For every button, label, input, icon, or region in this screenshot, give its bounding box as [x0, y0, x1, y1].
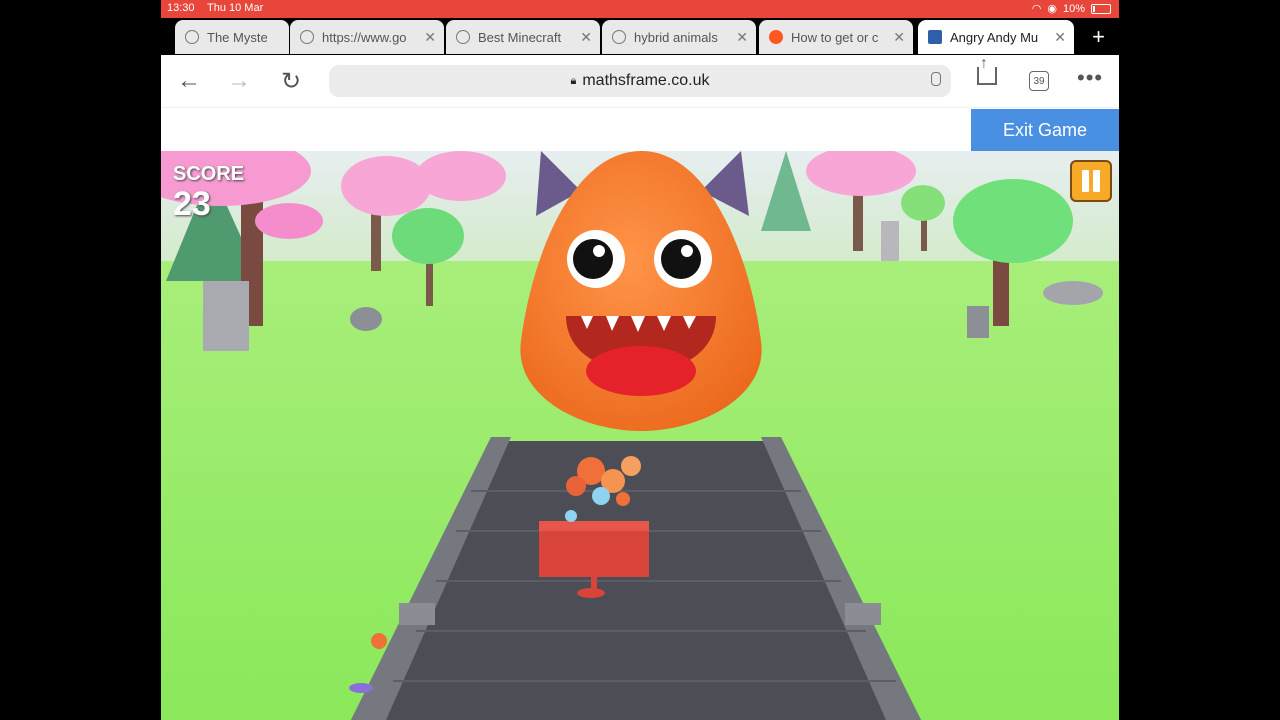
back-arrow-icon[interactable]: ← — [177, 67, 201, 95]
battery-percent: 10% — [1062, 2, 1085, 15]
more-options-icon[interactable]: ••• — [1077, 65, 1103, 91]
status-bar: 13:30 Thu 10 Mar ◠ ◉ 10% — [161, 0, 1119, 18]
url-text: mathsframe.co.uk — [582, 72, 710, 89]
status-time: 13:30 — [167, 2, 195, 14]
tab-https[interactable]: https://www.go ✕ — [290, 20, 444, 54]
status-date: Thu 10 Mar — [207, 2, 264, 14]
browser-toolbar: ← → ↻ 🔒︎ mathsframe.co.uk 39 ••• — [161, 55, 1119, 107]
ipad-screen: 13:30 Thu 10 Mar ◠ ◉ 10% The Myste https… — [161, 0, 1119, 720]
candy-purple — [349, 683, 373, 693]
tab-angry-andy[interactable]: Angry Andy Mu ✕ — [918, 20, 1074, 54]
lock-icon: 🔒︎ — [570, 74, 577, 87]
globe-icon — [612, 30, 626, 44]
globe-icon — [456, 30, 470, 44]
forward-arrow-icon[interactable]: → — [227, 67, 251, 95]
tab-label: https://www.go — [322, 29, 407, 45]
tab-label: The Myste — [207, 29, 268, 45]
close-icon[interactable]: ✕ — [1054, 29, 1066, 46]
game-scene — [161, 151, 1119, 720]
page-header: Exit Game — [161, 107, 1119, 152]
battery-icon — [1091, 3, 1111, 14]
reddit-icon — [769, 30, 783, 44]
microphone-icon[interactable] — [931, 72, 941, 86]
wifi-icon: ◠ — [1031, 3, 1042, 15]
tab-the-myste[interactable]: The Myste — [175, 20, 289, 54]
tab-label: How to get or c — [791, 29, 879, 45]
exit-game-button[interactable]: Exit Game — [971, 109, 1119, 152]
tab-label: Angry Andy Mu — [950, 29, 1039, 45]
score-label: SCORE — [173, 163, 245, 185]
globe-icon — [300, 30, 314, 44]
tab-label: Best Minecraft — [478, 29, 562, 45]
address-bar[interactable]: 🔒︎ mathsframe.co.uk — [329, 65, 951, 97]
status-right: ◠ ◉ 10% — [1032, 2, 1111, 15]
score-value: 23 — [173, 185, 211, 223]
close-icon[interactable]: ✕ — [893, 29, 905, 46]
angry-andy-monster — [520, 151, 762, 431]
tab-count-button[interactable]: 39 — [1029, 71, 1049, 91]
tab-label: hybrid animals — [634, 29, 718, 45]
close-icon[interactable]: ✕ — [736, 29, 748, 46]
rotation-lock-icon: ◉ — [1047, 3, 1057, 15]
close-icon[interactable]: ✕ — [424, 29, 436, 46]
close-icon[interactable]: ✕ — [580, 29, 592, 46]
candy-orange — [371, 633, 387, 649]
share-icon[interactable] — [977, 55, 997, 85]
tab-how-to-get[interactable]: How to get or c ✕ — [759, 20, 913, 54]
tab-best-minecraft[interactable]: Best Minecraft ✕ — [446, 20, 600, 54]
mathsframe-icon — [928, 30, 942, 44]
game-canvas[interactable]: SCORE 23 — [161, 151, 1119, 720]
tab-hybrid-animals[interactable]: hybrid animals ✕ — [602, 20, 756, 54]
reload-icon[interactable]: ↻ — [281, 67, 301, 96]
tab-bar: The Myste https://www.go ✕ Best Minecraf… — [161, 18, 1119, 55]
new-tab-plus-icon[interactable]: + — [1092, 24, 1105, 50]
pause-button[interactable] — [1070, 160, 1112, 202]
globe-icon — [185, 30, 199, 44]
